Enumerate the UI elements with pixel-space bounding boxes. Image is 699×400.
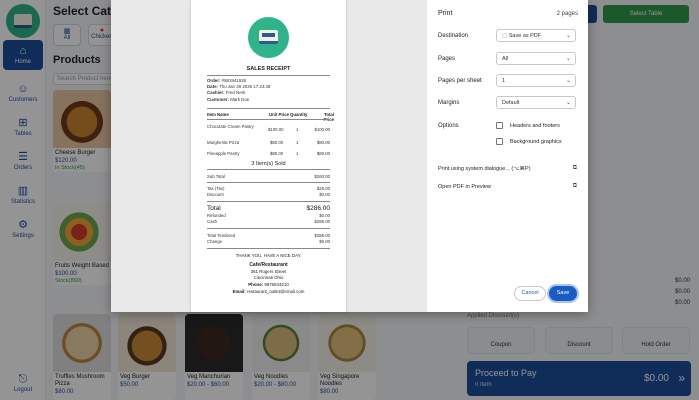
chevron-down-icon: ⌄ (565, 33, 571, 39)
receipt-page: SALES RECEIPT Order: #581941926 Date: Th… (191, 0, 346, 312)
system-dialog-link[interactable]: Print using system dialogue... (⌥⌘P) (438, 166, 531, 172)
change-row: Change $0.00 (207, 239, 330, 244)
pages-per-sheet-select[interactable]: 1 ⌄ (496, 74, 576, 87)
headers-footers-checkbox[interactable] (496, 122, 503, 129)
store-city: Cincinnati Ohio (253, 275, 284, 280)
chevron-down-icon: ⌄ (565, 100, 571, 106)
items-sold: 3 Item(s) Sold (251, 161, 286, 167)
store-name: Cafe/Restaurant (249, 262, 288, 268)
pdf-icon: ▢ (502, 33, 509, 39)
refunded-row: Refunded $0.00 (207, 213, 330, 218)
print-dialog: SALES RECEIPT Order: #581941926 Date: Th… (111, 0, 588, 312)
thank-you-note: THANK YOU, HAVE A NICE DAY. (235, 253, 302, 258)
tendered-row: Total Tendered $286.00 (207, 233, 330, 238)
receipt-meta: Order: #581941926 Date: Thu Jan 29 2026 … (207, 78, 271, 102)
cash-register-logo (248, 17, 289, 58)
receipt-title: SALES RECEIPT (246, 66, 291, 72)
margins-select[interactable]: Default ⌄ (496, 96, 576, 109)
external-link-icon: ⧉ (572, 183, 577, 189)
store-phone: Phone: 9876543210 (248, 282, 289, 287)
discount-row: Discount $0.00 (207, 192, 330, 197)
print-title: Print (438, 10, 453, 17)
destination-select[interactable]: ▢ Save as PDF ⌄ (496, 29, 576, 42)
pages-select[interactable]: All ⌄ (496, 52, 576, 65)
background-graphics-checkbox[interactable] (496, 138, 503, 145)
column-header: Unit Price (269, 112, 290, 117)
store-email: Email: restaurant_outlet@email.com (232, 289, 305, 294)
column-header: Item Name (207, 112, 229, 117)
chevron-down-icon: ⌄ (565, 56, 571, 62)
item-name: Margherita Pizza (207, 140, 240, 145)
cancel-button[interactable]: Cancel (514, 286, 546, 301)
total-row: Total $286.00 (207, 205, 330, 212)
column-header: Quantity (290, 112, 308, 117)
page-count: 2 pages (556, 11, 578, 17)
open-pdf-preview-link[interactable]: Open PDF in Preview (438, 184, 491, 190)
item-name: Chocolate Cream Pastry (207, 124, 254, 129)
store-address: 361 Rogers Street (250, 269, 287, 274)
tax-row: Tax (Tax) $26.00 (207, 186, 330, 191)
print-preview: SALES RECEIPT Order: #581941926 Date: Th… (111, 0, 427, 312)
cash-row: Cash $286.00 (207, 219, 330, 224)
chevron-down-icon: ⌄ (565, 78, 571, 84)
print-settings: Print 2 pages Destination ▢ Save as PDF … (427, 0, 588, 312)
item-name: Pineapple Pastry (207, 151, 240, 156)
external-link-icon: ⧉ (572, 165, 577, 171)
save-button[interactable]: Save (549, 286, 577, 301)
subtotal-row: Sub Total $260.00 (207, 174, 330, 179)
column-header: Total Price (323, 112, 334, 122)
